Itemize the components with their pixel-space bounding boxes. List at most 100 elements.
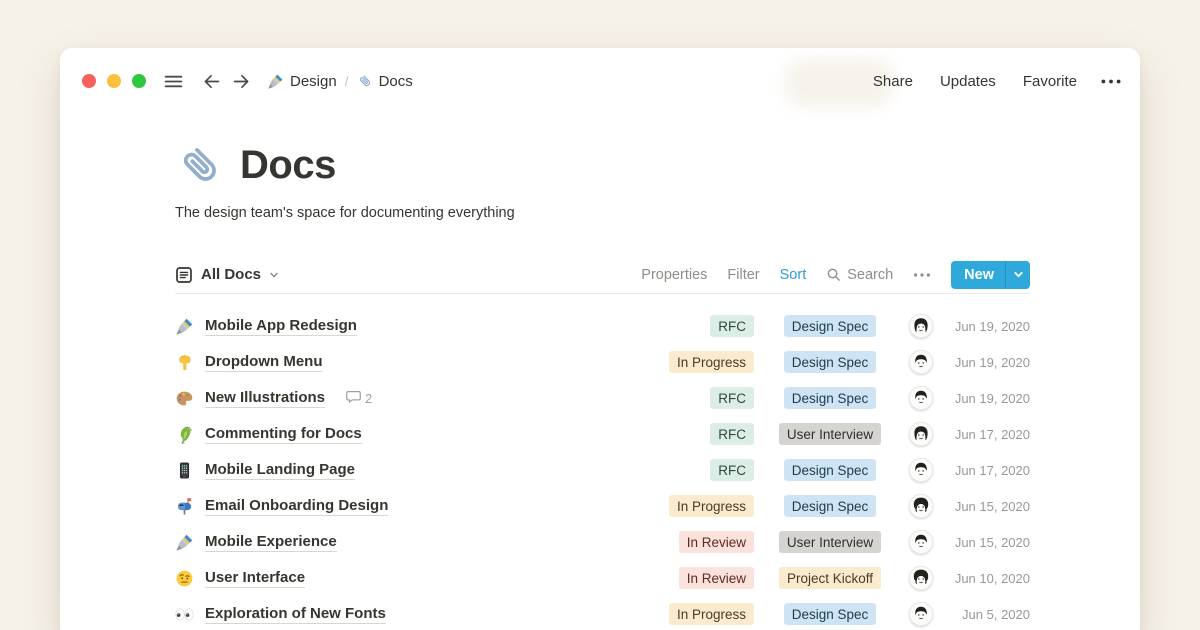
sidebar-menu-icon[interactable] <box>163 71 184 92</box>
doc-title-link[interactable]: Mobile Experience <box>205 533 337 552</box>
chevron-down-icon <box>269 270 279 280</box>
avatar <box>909 530 933 554</box>
avatar <box>909 386 933 410</box>
edited-date: Jun 19, 2020 <box>946 391 1030 406</box>
table-row[interactable]: New Illustrations 2 RFC Design Spec Jun … <box>175 380 1030 416</box>
properties-button[interactable]: Properties <box>641 267 707 283</box>
page-header: Docs <box>175 140 1030 190</box>
edited-date: Jun 17, 2020 <box>946 463 1030 478</box>
table-row[interactable]: Exploration of New Fonts In Progress Des… <box>175 596 1030 630</box>
new-button-label[interactable]: New <box>951 261 1005 289</box>
paintbrush-icon <box>267 73 284 90</box>
edited-date: Jun 15, 2020 <box>946 499 1030 514</box>
paperclip-page-icon[interactable] <box>175 140 225 190</box>
forward-arrow-icon[interactable] <box>231 71 252 92</box>
breadcrumb: Design / Docs <box>267 73 413 90</box>
doc-type-cell: Design Spec <box>766 603 894 625</box>
table-row[interactable]: Mobile Landing Page RFC Design Spec Jun … <box>175 452 1030 488</box>
page-title: Docs <box>240 143 336 188</box>
doc-emoji-icon <box>175 425 194 444</box>
doc-title-cell: Email Onboarding Design <box>175 497 644 516</box>
doc-title-cell: Mobile Landing Page <box>175 461 644 480</box>
doc-title-link[interactable]: User Interface <box>205 569 305 588</box>
doc-title-link[interactable]: New Illustrations <box>205 389 325 408</box>
search-label: Search <box>847 267 893 283</box>
status-badge: RFC <box>710 387 754 409</box>
doc-title-cell: Dropdown Menu <box>175 353 644 372</box>
avatar <box>909 422 933 446</box>
doc-title-link[interactable]: Commenting for Docs <box>205 425 362 444</box>
status-badge: RFC <box>710 423 754 445</box>
breadcrumb-item-design[interactable]: Design <box>267 73 337 90</box>
view-label: All Docs <box>201 266 261 283</box>
avatar <box>909 458 933 482</box>
app-window: Design / Docs Share Updates Favorite Doc… <box>60 48 1140 630</box>
new-button-chevron[interactable] <box>1005 261 1030 289</box>
status-cell: In Progress <box>644 495 754 517</box>
avatar <box>909 566 933 590</box>
table-row[interactable]: Dropdown Menu In Progress Design Spec Ju… <box>175 344 1030 380</box>
doc-title-link[interactable]: Email Onboarding Design <box>205 497 388 516</box>
breadcrumb-separator: / <box>345 73 349 89</box>
doc-type-cell: Design Spec <box>766 459 894 481</box>
more-options-icon[interactable] <box>1100 78 1122 85</box>
comment-count-value: 2 <box>365 391 372 406</box>
doc-emoji-icon <box>175 533 194 552</box>
doc-title-link[interactable]: Mobile App Redesign <box>205 317 357 336</box>
doc-type-cell: User Interview <box>766 531 894 553</box>
breadcrumb-item-docs[interactable]: Docs <box>357 73 413 90</box>
minimize-window-button[interactable] <box>107 74 121 88</box>
topbar-actions: Share Updates Favorite <box>873 73 1077 90</box>
status-cell: In Progress <box>644 603 754 625</box>
avatar <box>909 494 933 518</box>
new-button[interactable]: New <box>951 261 1030 289</box>
comment-bubble-icon <box>346 389 361 407</box>
doc-emoji-icon <box>175 605 194 624</box>
doc-emoji-icon <box>175 353 194 372</box>
avatar <box>909 314 933 338</box>
edited-date: Jun 19, 2020 <box>946 319 1030 334</box>
doc-type-badge: User Interview <box>779 423 881 445</box>
page-description: The design team's space for documenting … <box>175 205 1030 221</box>
table-row[interactable]: Email Onboarding Design In Progress Desi… <box>175 488 1030 524</box>
doc-title-cell: New Illustrations 2 <box>175 389 644 408</box>
doc-type-cell: Design Spec <box>766 387 894 409</box>
search-icon <box>826 267 841 282</box>
share-button[interactable]: Share <box>873 73 913 90</box>
zoom-window-button[interactable] <box>132 74 146 88</box>
back-arrow-icon[interactable] <box>201 71 222 92</box>
edited-date: Jun 15, 2020 <box>946 535 1030 550</box>
search-button[interactable]: Search <box>826 267 893 283</box>
traffic-lights <box>82 74 146 88</box>
doc-title-cell: Exploration of New Fonts <box>175 605 644 624</box>
status-badge: In Progress <box>669 351 754 373</box>
edited-date: Jun 17, 2020 <box>946 427 1030 442</box>
window-topbar: Design / Docs Share Updates Favorite <box>60 48 1140 114</box>
toolbar-more-icon[interactable] <box>913 272 931 278</box>
view-switcher[interactable]: All Docs <box>175 266 279 284</box>
doc-title-link[interactable]: Mobile Landing Page <box>205 461 355 480</box>
doc-title-link[interactable]: Exploration of New Fonts <box>205 605 386 624</box>
sort-button[interactable]: Sort <box>780 267 807 283</box>
status-badge: In Progress <box>669 603 754 625</box>
filter-button[interactable]: Filter <box>727 267 759 283</box>
doc-type-badge: Design Spec <box>784 315 877 337</box>
updates-button[interactable]: Updates <box>940 73 996 90</box>
doc-type-cell: Design Spec <box>766 495 894 517</box>
table-row[interactable]: Commenting for Docs RFC User Interview J… <box>175 416 1030 452</box>
table-row[interactable]: User Interface In Review Project Kickoff… <box>175 560 1030 596</box>
doc-title-link[interactable]: Dropdown Menu <box>205 353 322 372</box>
list-view-icon <box>175 266 193 284</box>
status-cell: RFC <box>644 459 754 481</box>
comment-count: 2 <box>346 389 372 407</box>
doc-emoji-icon <box>175 389 194 408</box>
doc-type-cell: User Interview <box>766 423 894 445</box>
doc-type-cell: Design Spec <box>766 351 894 373</box>
doc-emoji-icon <box>175 569 194 588</box>
favorite-button[interactable]: Favorite <box>1023 73 1077 90</box>
table-row[interactable]: Mobile App Redesign RFC Design Spec Jun … <box>175 308 1030 344</box>
status-cell: RFC <box>644 315 754 337</box>
table-row[interactable]: Mobile Experience In Review User Intervi… <box>175 524 1030 560</box>
page-content: Docs The design team's space for documen… <box>60 114 1140 630</box>
close-window-button[interactable] <box>82 74 96 88</box>
